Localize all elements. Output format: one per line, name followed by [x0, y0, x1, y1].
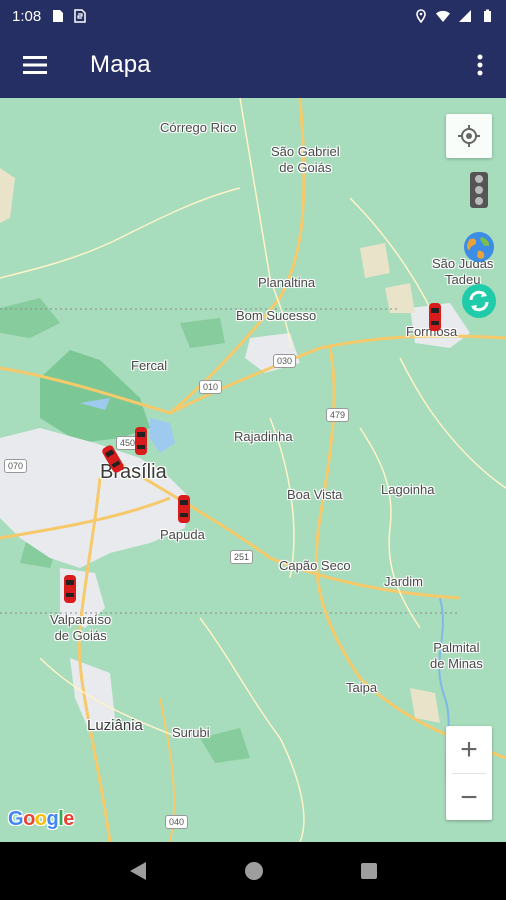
road-shield: 040: [165, 815, 189, 829]
zoom-controls: + −: [446, 726, 492, 820]
menu-button[interactable]: [0, 32, 70, 98]
place-boa-vista: Boa Vista: [287, 487, 343, 502]
back-triangle-icon[interactable]: [128, 860, 148, 882]
sim-card-icon: [53, 10, 64, 22]
sim-card-alt-icon: [74, 9, 86, 23]
traffic-light-icon: [470, 172, 488, 208]
place-fercal: Fercal: [131, 358, 168, 373]
app-bar: Mapa: [0, 32, 506, 98]
road-shield: 030: [273, 354, 297, 368]
more-vert-icon: [477, 54, 483, 76]
place-planaltina: Planaltina: [258, 275, 316, 290]
map-type-button[interactable]: [462, 230, 496, 264]
google-logo-letter: g: [46, 808, 59, 830]
wifi-icon: [436, 10, 450, 22]
home-circle-icon[interactable]: [244, 861, 264, 881]
google-logo: Google: [8, 808, 74, 831]
car-marker[interactable]: [428, 302, 442, 332]
google-logo-letter: e: [63, 808, 74, 830]
place-lagoinha: Lagoinha: [381, 482, 435, 497]
page-title: Mapa: [90, 51, 151, 78]
zoom-out-button[interactable]: −: [446, 774, 492, 821]
battery-icon: [484, 9, 491, 22]
car-marker[interactable]: [63, 574, 77, 604]
road-shield: 070: [4, 459, 28, 473]
road-shield: 479: [326, 408, 350, 422]
place-rajadinha: Rajadinha: [234, 429, 293, 444]
road-shield: 251: [230, 550, 254, 564]
refresh-icon: [462, 284, 496, 318]
place-papuda: Papuda: [160, 527, 205, 542]
my-location-icon: [458, 125, 480, 147]
status-bar: 1:08: [0, 0, 506, 32]
place-taipa: Taipa: [346, 680, 378, 695]
zoom-in-button[interactable]: +: [446, 726, 492, 773]
place-palmital-de-minas: Palmital de Minas: [430, 640, 483, 671]
system-nav-bar: [0, 842, 506, 900]
place-jardim: Jardim: [384, 574, 424, 589]
place-capao-seco: Capão Seco: [279, 558, 351, 573]
map-base-layer: [0, 98, 506, 842]
recents-square-icon[interactable]: [360, 862, 378, 880]
car-marker[interactable]: [177, 494, 191, 524]
place-corrego-rico: Córrego Rico: [160, 120, 237, 135]
place-bom-sucesso: Bom Sucesso: [236, 308, 317, 323]
overflow-menu-button[interactable]: [454, 32, 506, 98]
hamburger-menu-icon: [23, 56, 47, 74]
map-view[interactable]: Córrego Rico São Gabriel de Goiás Planal…: [0, 98, 506, 842]
location-icon: [416, 9, 426, 23]
traffic-button[interactable]: [460, 170, 498, 210]
google-logo-letter: o: [23, 808, 35, 830]
place-sao-gabriel-de-goias: São Gabriel de Goiás: [271, 144, 340, 175]
place-luziania: Luziânia: [87, 717, 143, 734]
car-marker[interactable]: [134, 426, 148, 456]
road-shield: 010: [199, 380, 223, 394]
place-valparaiso-de-goias: Valparaíso de Goiás: [50, 612, 112, 643]
place-surubi: Surubi: [172, 725, 210, 740]
status-icons-right: [414, 9, 494, 23]
signal-icon: [459, 10, 471, 22]
google-logo-letter: o: [34, 808, 47, 830]
my-location-button[interactable]: [446, 114, 492, 158]
status-icons-left: [51, 9, 87, 23]
status-time: 1:08: [12, 7, 42, 25]
refresh-button[interactable]: [460, 282, 498, 320]
google-logo-letter: G: [8, 808, 24, 830]
globe-icon: [464, 232, 494, 262]
